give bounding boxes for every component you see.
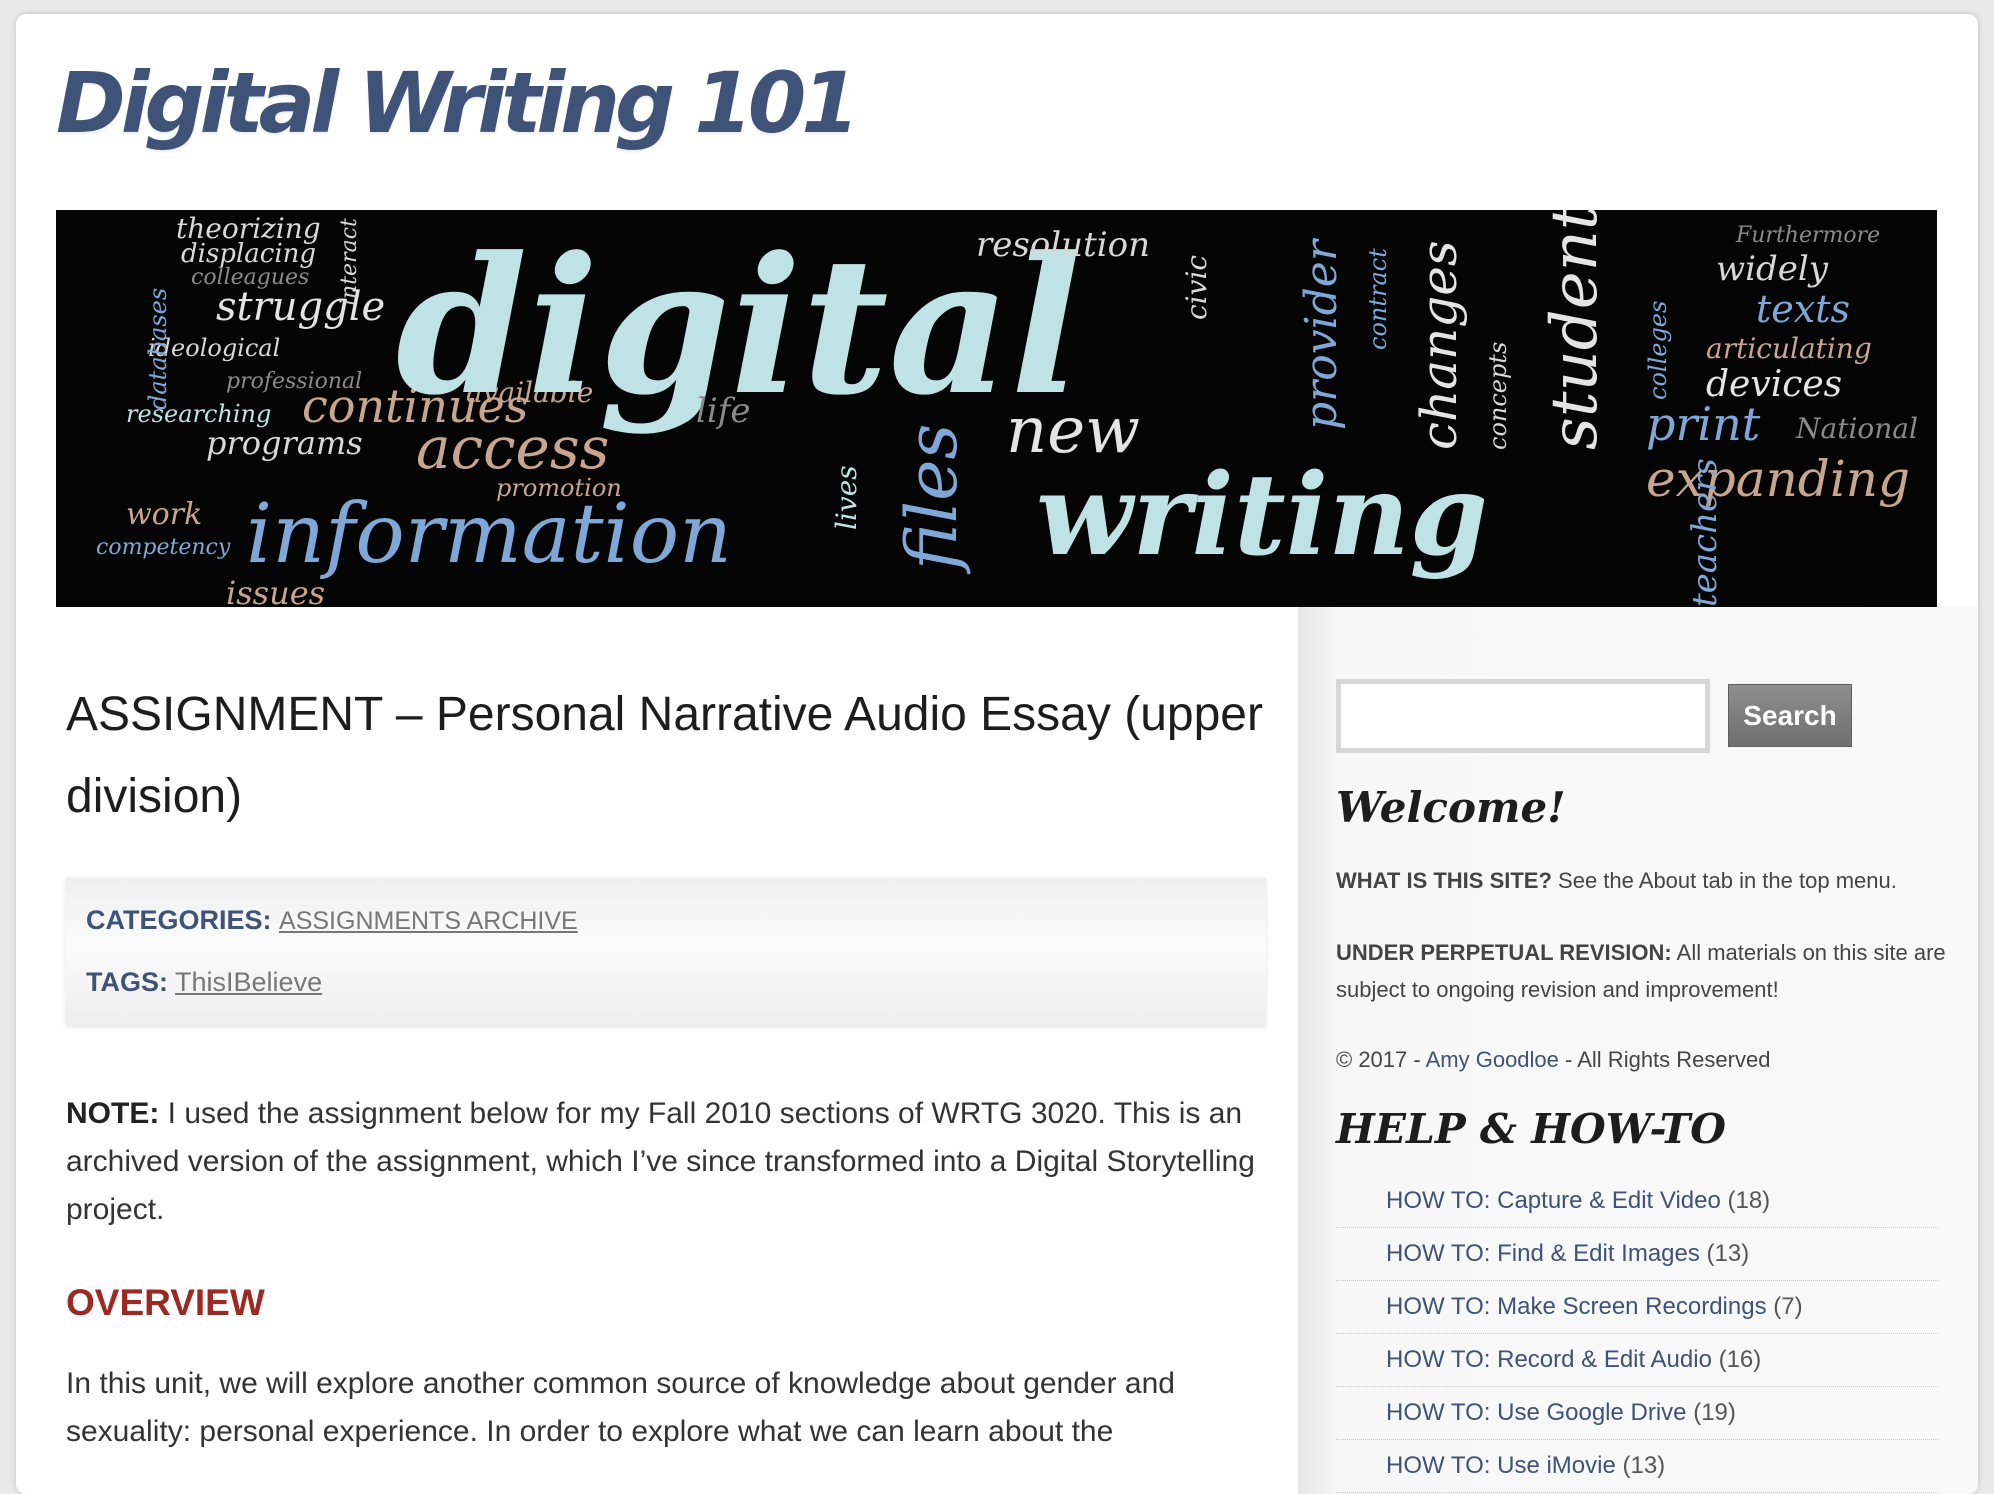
help-count: (13) [1615, 1452, 1666, 1479]
banner-word: teachers [1685, 458, 1725, 607]
author-link[interactable]: Amy Goodloe [1426, 1047, 1559, 1072]
what-label: WHAT IS THIS SITE? [1336, 868, 1552, 893]
search-button[interactable]: Search [1728, 684, 1852, 747]
banner-word: new [1006, 394, 1140, 468]
banner-word: information [246, 487, 732, 582]
banner-word: Furthermore [1735, 223, 1880, 248]
overview-paragraph: In this unit, we will explore another co… [66, 1367, 1175, 1448]
help-link[interactable]: HOW TO: Use iMovie [1386, 1452, 1616, 1479]
categories-row: CATEGORIES: Assignments Archive [86, 890, 1246, 952]
help-link[interactable]: HOW TO: Capture & Edit Video [1386, 1187, 1721, 1214]
help-count: (16) [1711, 1346, 1762, 1373]
banner-word: databases [144, 288, 172, 410]
banner-word: contract [1364, 248, 1392, 350]
banner-word: provider [1296, 237, 1347, 430]
banner-word: competency [96, 535, 231, 560]
banner-word: colleges [1644, 301, 1672, 400]
copyright-suffix: - All Rights Reserved [1558, 1047, 1771, 1072]
help-link[interactable]: HOW TO: Record & Edit Audio [1386, 1346, 1712, 1373]
help-list-item: HOW TO: Make Screen Recordings (7) [1336, 1281, 1938, 1334]
help-list-item: HOW TO: Use Google Drive (19) [1336, 1387, 1938, 1440]
header-banner-image: theorizing displacing colleagues struggl… [56, 210, 1937, 607]
help-list: HOW TO: Capture & Edit Video (18) HOW TO… [1336, 1175, 1938, 1493]
overview-heading: OVERVIEW [66, 1282, 265, 1323]
banner-word: lives [830, 465, 863, 530]
help-count: (13) [1699, 1240, 1750, 1267]
help-list-item: HOW TO: Record & Edit Audio (16) [1336, 1334, 1938, 1387]
help-count: (7) [1766, 1293, 1803, 1320]
banner-word: National [1795, 412, 1918, 445]
help-link[interactable]: HOW TO: Use Google Drive [1386, 1399, 1687, 1426]
banner-word: files [891, 424, 973, 575]
site-title[interactable]: Digital Writing 101 [56, 54, 860, 152]
post-meta-box: CATEGORIES: Assignments Archive TAGS: Th… [66, 878, 1266, 1026]
tag-link[interactable]: ThisIBelieve [175, 967, 322, 997]
banner-word: concepts [1484, 342, 1512, 450]
banner-word: interact [337, 218, 362, 306]
banner-word: writing [1036, 450, 1488, 581]
help-count: (19) [1686, 1399, 1736, 1426]
banner-word: articulating [1706, 332, 1872, 365]
banner-word: widely [1716, 249, 1829, 289]
banner-word: work [126, 497, 202, 532]
post-title: ASSIGNMENT – Personal Narrative Audio Es… [66, 688, 1263, 823]
banner-word: resolution [976, 225, 1150, 265]
help-howto-title: HELP & HOW-TO [1336, 1105, 1726, 1153]
banner-word: programs [206, 424, 363, 462]
search-input[interactable] [1336, 679, 1710, 753]
copyright-prefix: © 2017 - [1336, 1047, 1426, 1072]
sidebar: Search Welcome! WHAT IS THIS SITE? See t… [1298, 607, 1978, 1494]
what-text: See the About tab in the top menu. [1551, 868, 1897, 893]
welcome-title: Welcome! [1336, 783, 1566, 832]
help-link[interactable]: HOW TO: Find & Edit Images [1386, 1240, 1700, 1267]
banner-word: changes [1410, 241, 1468, 450]
categories-label: CATEGORIES: [86, 905, 272, 935]
help-count: (18) [1720, 1187, 1771, 1214]
help-list-item: HOW TO: Use iMovie (13) [1336, 1440, 1938, 1493]
tags-label: TAGS: [86, 967, 168, 997]
copyright-text: © 2017 - Amy Goodloe - All Rights Reserv… [1336, 1041, 1946, 1078]
banner-word: print [1646, 397, 1761, 451]
what-is-this-site-text: WHAT IS THIS SITE? See the About tab in … [1336, 862, 1946, 899]
banner-word: texts [1756, 287, 1850, 331]
help-list-item: HOW TO: Find & Edit Images (13) [1336, 1228, 1938, 1281]
revision-label: UNDER PERPETUAL REVISION: [1336, 940, 1672, 965]
banner-word: civic [1180, 255, 1213, 320]
note-text: I used the assignment below for my Fall … [66, 1097, 1255, 1226]
banner-word: life [696, 391, 750, 431]
revision-text: UNDER PERPETUAL REVISION: All materials … [1336, 934, 1946, 1008]
banner-word: student [1538, 210, 1612, 450]
banner-word-cloud: theorizing displacing colleagues struggl… [96, 210, 1918, 607]
category-link[interactable]: Assignments Archive [279, 907, 578, 935]
page: Digital Writing 101 theorizing displacin… [16, 14, 1978, 1494]
help-link[interactable]: HOW TO: Make Screen Recordings [1386, 1293, 1767, 1320]
main-content: ASSIGNMENT – Personal Narrative Audio Es… [66, 674, 1286, 1456]
note-paragraph: NOTE: I used the assignment below for my… [66, 1090, 1286, 1234]
tags-row: TAGS: ThisIBelieve [86, 952, 1246, 1013]
help-list-item: HOW TO: Capture & Edit Video (18) [1336, 1175, 1938, 1228]
note-label: NOTE: [66, 1097, 160, 1130]
banner-word: issues [226, 574, 325, 607]
